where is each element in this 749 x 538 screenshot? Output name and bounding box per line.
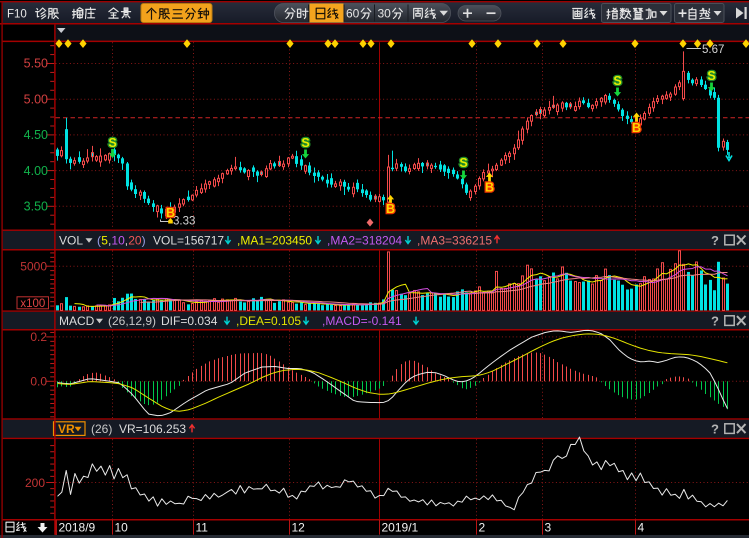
svg-text:20: 20	[128, 234, 142, 248]
svg-text:VR=106.253: VR=106.253	[119, 422, 186, 436]
svg-text:F10: F10	[7, 9, 27, 21]
svg-text:MACD: MACD	[59, 314, 95, 328]
svg-text:2: 2	[479, 520, 486, 534]
svg-text:2019/1: 2019/1	[382, 520, 419, 534]
svg-text:B: B	[485, 181, 494, 195]
svg-text:5000: 5000	[20, 259, 47, 273]
svg-text:(26): (26)	[91, 422, 112, 436]
svg-text:B: B	[166, 206, 175, 220]
svg-text:,MA2=318204: ,MA2=318204	[327, 234, 402, 248]
svg-text:S: S	[108, 136, 116, 150]
svg-text:,DEA=0.105: ,DEA=0.105	[236, 314, 301, 328]
svg-text:0.2: 0.2	[30, 330, 47, 344]
svg-text:10: 10	[115, 520, 129, 534]
svg-text:12: 12	[292, 520, 306, 534]
svg-text:3: 3	[545, 520, 552, 534]
svg-text:B: B	[386, 202, 395, 216]
svg-text:5.50: 5.50	[24, 57, 48, 71]
svg-text:DIF=0.034: DIF=0.034	[161, 314, 218, 328]
svg-text:B: B	[632, 121, 641, 135]
svg-text:S: S	[707, 69, 715, 83]
svg-text:?: ?	[711, 314, 719, 329]
svg-text:?: ?	[711, 233, 719, 248]
svg-text:x100: x100	[20, 298, 45, 310]
svg-text:60: 60	[346, 7, 360, 21]
svg-text:5.00: 5.00	[24, 92, 48, 106]
svg-text:0.0: 0.0	[30, 374, 47, 388]
svg-text:,MA3=336215: ,MA3=336215	[417, 234, 492, 248]
svg-text:30: 30	[378, 7, 392, 21]
svg-text:,MA1=203450: ,MA1=203450	[237, 234, 312, 248]
svg-text:S: S	[459, 156, 467, 170]
svg-text:4.50: 4.50	[24, 128, 48, 142]
svg-text:2018/9: 2018/9	[59, 520, 96, 534]
svg-text:VOL: VOL	[59, 234, 83, 248]
svg-text:(26,12,9): (26,12,9)	[108, 314, 156, 328]
svg-text:): )	[142, 234, 146, 248]
svg-text:3.50: 3.50	[24, 200, 48, 214]
svg-text:4: 4	[638, 520, 645, 534]
svg-text:S: S	[301, 136, 309, 150]
svg-text:VR: VR	[58, 422, 75, 436]
svg-text:,MACD=-0.141: ,MACD=-0.141	[322, 314, 402, 328]
svg-text:5.67: 5.67	[702, 44, 724, 56]
svg-text:11: 11	[196, 520, 209, 534]
svg-text:3.33: 3.33	[173, 216, 195, 228]
svg-text:?: ?	[711, 422, 719, 437]
svg-text:10: 10	[111, 234, 125, 248]
svg-text:VOL=156717: VOL=156717	[153, 234, 224, 248]
svg-text:S: S	[613, 74, 621, 88]
svg-text:200: 200	[25, 476, 45, 490]
svg-text:4.00: 4.00	[24, 164, 48, 178]
